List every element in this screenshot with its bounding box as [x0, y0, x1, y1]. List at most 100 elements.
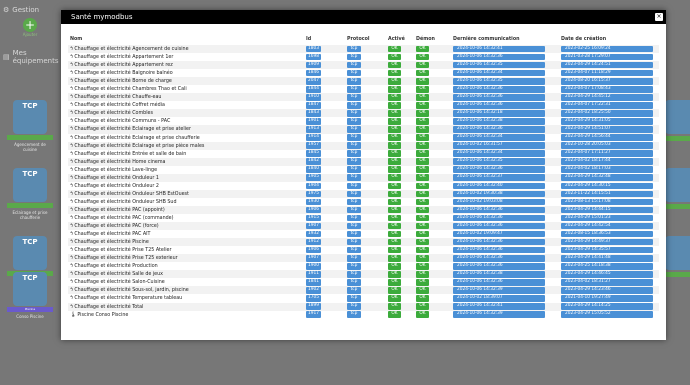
equipment-name-link[interactable]: Chauffage et électricité PAC (commande): [74, 216, 173, 221]
equipment-name-link[interactable]: Chauffage et électricité Chauffe-eau: [74, 95, 161, 100]
lightning-icon: ϟ: [70, 102, 74, 109]
equipment-name-link[interactable]: Chauffage et électricité Prise T25 Ateli…: [74, 248, 171, 253]
id-cell: 1904: [304, 181, 345, 190]
protocol-badge: tcp: [347, 94, 361, 101]
equipment-name-link[interactable]: Chauffage et électricité Combles: [74, 111, 153, 116]
equipment-name-link[interactable]: Chauffage et électricité Total: [74, 305, 143, 310]
equipment-name-link[interactable]: Chauffage et électricité Sous-sol, jardi…: [74, 288, 188, 293]
column-header-name[interactable]: Nom: [68, 34, 304, 45]
equipment-name-link[interactable]: Chauffage et électricité Onduleur SHB Es…: [74, 192, 189, 197]
column-header-creation-date[interactable]: Date de création: [559, 34, 659, 45]
equipment-name-link[interactable]: Chauffage et électricité Home cinema: [74, 160, 165, 165]
equipment-name-link[interactable]: Chauffage et électricité Eclairage et pr…: [74, 136, 199, 141]
equipment-name-link[interactable]: Chauffage et électricité Salle de jeux: [74, 272, 163, 277]
equipment-card[interactable]: TCP Piscine Conso Piscine: [7, 272, 53, 319]
equipment-name-link[interactable]: Chauffage et électricité Temperature tab…: [74, 296, 182, 301]
demon-cell: OK: [414, 254, 451, 263]
active-cell: OK: [386, 270, 414, 279]
demon-badge: OK: [416, 246, 429, 254]
column-header-id[interactable]: Id: [304, 34, 345, 45]
demon-badge: OK: [416, 142, 429, 149]
lightning-icon: ϟ: [70, 231, 74, 238]
equipment-name-link[interactable]: Chauffage et électricité Eclairage et pr…: [74, 127, 191, 132]
equipment-name-link[interactable]: Chauffage et électricité Lave-linge: [74, 168, 157, 173]
active-badge: OK: [388, 110, 401, 117]
table-row: ϟChauffage et électricité Lave-linge 1840…: [68, 165, 659, 174]
equipment-name-link[interactable]: Chauffage et électricité Appartement 1er: [74, 55, 173, 60]
equipment-name-link[interactable]: Chauffage et électricité Communs - PAC: [74, 119, 170, 124]
equipment-name-link[interactable]: Chauffage et électricité Onduleur 2: [74, 184, 159, 189]
name-cell: ϟChauffage et électricité Total: [68, 302, 304, 311]
active-badge: OK: [388, 295, 401, 302]
equipment-name-link[interactable]: Chauffage et électricité Entrée et salle…: [74, 152, 186, 157]
lightning-icon: ϟ: [70, 134, 74, 141]
equipment-name-link[interactable]: Chauffage et électricité Eclairage et pr…: [74, 144, 204, 149]
equipment-card[interactable]: TCP Agencement de cuisine: [7, 100, 53, 152]
active-cell: OK: [386, 189, 414, 198]
protocol-cell: tcp: [345, 149, 386, 158]
protocol-badge: tcp: [347, 77, 361, 85]
id-badge: 1910: [306, 94, 321, 101]
protocol-cell: tcp: [345, 294, 386, 303]
equipment-name-link[interactable]: Chauffage et électricité Prise T25 exter…: [74, 256, 177, 261]
last-communication-badge: 2024-10-06 14:32:34: [453, 69, 545, 77]
lightning-icon: ϟ: [70, 182, 74, 189]
equipment-card[interactable]: TCP Eclairage et prise chaufferie: [7, 168, 53, 220]
last-communication-badge: 2024-10-06 14:32:41: [453, 45, 545, 53]
lightning-icon: ϟ: [70, 206, 74, 213]
active-badge: OK: [388, 230, 401, 238]
last-communication-badge: 2024-10-06 14:32:36: [453, 53, 545, 61]
add-button[interactable]: +: [23, 18, 37, 32]
active-cell: OK: [386, 246, 414, 255]
column-header-protocol[interactable]: Protocol: [345, 34, 386, 45]
creation-date-badge: 2023-11-22 14:15:51: [561, 190, 653, 198]
lightning-icon: ϟ: [70, 223, 74, 230]
equipment-name-link[interactable]: Chauffage et électricité PAC (appoint): [74, 208, 165, 213]
name-cell: ϟChauffage et électricité Coffret média: [68, 101, 304, 110]
active-badge: OK: [388, 45, 401, 53]
equipment-name-link[interactable]: Chauffage et électricité Chambres Thao e…: [74, 87, 186, 92]
id-cell: 1705: [304, 294, 345, 303]
equipment-name-link[interactable]: Chauffage et électricité Agencement de c…: [74, 47, 188, 52]
demon-cell: OK: [414, 197, 451, 206]
last-communication-cell: 2024-10-06 14:32:34: [451, 69, 559, 78]
table-container[interactable]: Nom Id Protocol Activé Démon Dernière co…: [61, 24, 666, 319]
equipment-name-link[interactable]: Chauffage et électricité PAC (force): [74, 224, 158, 229]
equipment-name-link[interactable]: Chauffage et électricité Onduleur 1: [74, 176, 159, 181]
last-communication-badge: 2024-10-02 19:30:38: [453, 190, 545, 198]
id-badge: 1917: [306, 311, 321, 318]
active-badge: OK: [388, 279, 401, 286]
equipment-name-link[interactable]: Chauffage et électricité Production: [74, 264, 157, 269]
demon-cell: OK: [414, 213, 451, 223]
health-table: Nom Id Protocol Activé Démon Dernière co…: [68, 34, 659, 319]
id-cell: 1975: [304, 189, 345, 198]
column-header-demon[interactable]: Démon: [414, 34, 451, 45]
equipment-name-link[interactable]: Chauffage et électricité Salon-Cuisine: [74, 280, 164, 285]
last-communication-badge: 2024-10-06 14:32:34: [453, 150, 545, 157]
equipment-name-link[interactable]: Piscine Conso Piscine: [77, 313, 128, 318]
equipment-name-link[interactable]: Chauffage et électricité Baignoire balné…: [74, 71, 172, 76]
creation-date-cell: 2023-04-29 14:30:15: [559, 181, 659, 190]
last-communication-badge: 2024-10-06 14:32:36: [453, 126, 545, 133]
equipment-name-link[interactable]: Chauffage et électricité Borne de charge: [74, 79, 172, 84]
column-header-last-communication[interactable]: Dernière communication: [451, 34, 559, 45]
protocol-cell: tcp: [345, 278, 386, 287]
creation-date-badge: 2023-02-25 16:09:24: [561, 45, 653, 53]
close-button[interactable]: ×: [655, 13, 663, 21]
id-badge: 1905: [306, 174, 321, 182]
demon-cell: OK: [414, 205, 451, 214]
creation-date-badge: 2023-10-28 20:05:03: [561, 142, 653, 149]
active-badge: OK: [388, 182, 401, 190]
equipment-name-link[interactable]: Chauffage et électricité Appartement rez: [74, 63, 172, 68]
equipment-name-link[interactable]: Chauffage et électricité Piscine: [74, 240, 148, 245]
equipment-name-link[interactable]: Chauffage et électricité Coffret média: [74, 103, 165, 108]
column-header-active[interactable]: Activé: [386, 34, 414, 45]
equipment-name-link[interactable]: Chauffage et électricité Onduleur SHB Su…: [74, 200, 176, 205]
lightning-icon: ϟ: [70, 78, 74, 85]
equipment-name-link[interactable]: Chauffage et électricité PAC AIT: [74, 232, 150, 237]
demon-badge: OK: [416, 45, 429, 53]
name-cell: ϟChauffage et électricité Onduleur SHB E…: [68, 189, 304, 198]
background-strip-right: [665, 204, 690, 209]
creation-date-cell: 2023-04-29 14:44:15: [559, 205, 659, 214]
protocol-cell: tcp: [345, 238, 386, 247]
